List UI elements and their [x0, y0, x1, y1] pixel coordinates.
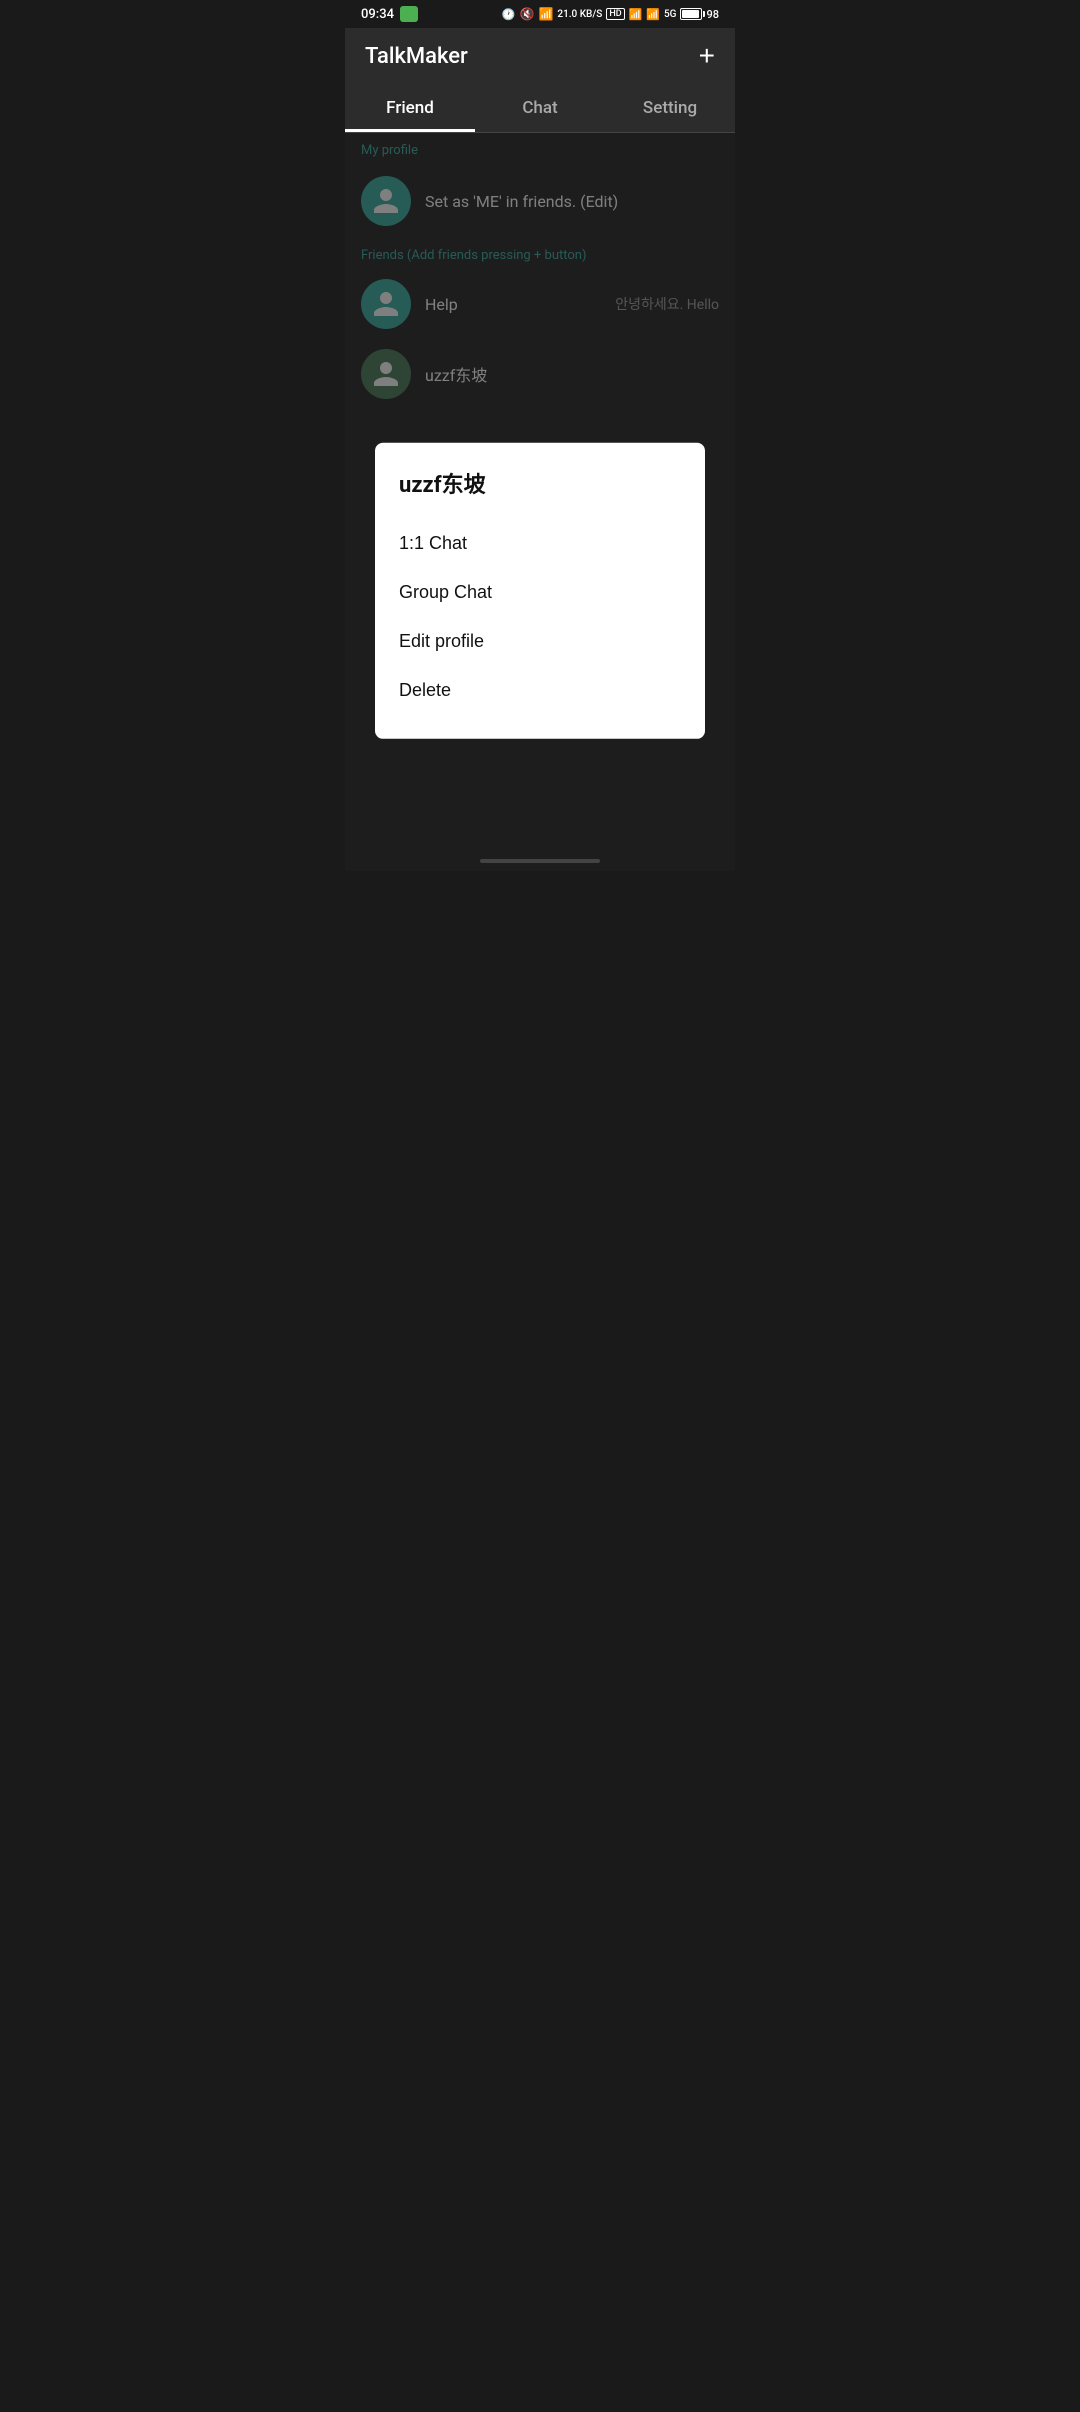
dialog-item-delete[interactable]: Delete	[399, 666, 681, 715]
alarm-icon: 🕐	[502, 8, 516, 21]
bluetooth-icon: 📶	[538, 7, 553, 21]
battery-level: 98	[706, 8, 719, 21]
tab-chat[interactable]: Chat	[475, 84, 605, 132]
dialog-item-1-1-chat[interactable]: 1:1 Chat	[399, 519, 681, 568]
context-menu-dialog: uzzf东坡 1:1 Chat Group Chat Edit profile …	[375, 443, 705, 739]
status-left: 09:34	[361, 6, 418, 22]
main-content: My profile Set as 'ME' in friends. (Edit…	[345, 133, 735, 871]
app-title: TalkMaker	[365, 44, 468, 69]
status-right: 🕐 🔇 📶 21.0 KB/S HD 📶 📶 5G 98	[502, 7, 719, 21]
signal-icon: 📶	[646, 8, 660, 21]
tab-friend[interactable]: Friend	[345, 84, 475, 132]
wifi-icon: 📶	[629, 8, 643, 21]
mute-icon: 🔇	[520, 7, 535, 21]
tab-setting[interactable]: Setting	[605, 84, 735, 132]
notification-icon	[400, 6, 418, 22]
hd-badge: HD	[606, 8, 624, 20]
add-button[interactable]: +	[699, 42, 715, 70]
5g-icon: 5G	[664, 9, 677, 20]
dialog-item-edit-profile[interactable]: Edit profile	[399, 617, 681, 666]
tabs-bar: Friend Chat Setting	[345, 84, 735, 133]
app-header: TalkMaker +	[345, 28, 735, 84]
dialog-item-group-chat[interactable]: Group Chat	[399, 568, 681, 617]
status-bar: 09:34 🕐 🔇 📶 21.0 KB/S HD 📶 📶 5G 98	[345, 0, 735, 28]
battery-icon	[680, 8, 702, 20]
data-speed: 21.0 KB/S	[557, 9, 602, 20]
dialog-title: uzzf东坡	[399, 467, 681, 499]
time-display: 09:34	[361, 7, 394, 22]
